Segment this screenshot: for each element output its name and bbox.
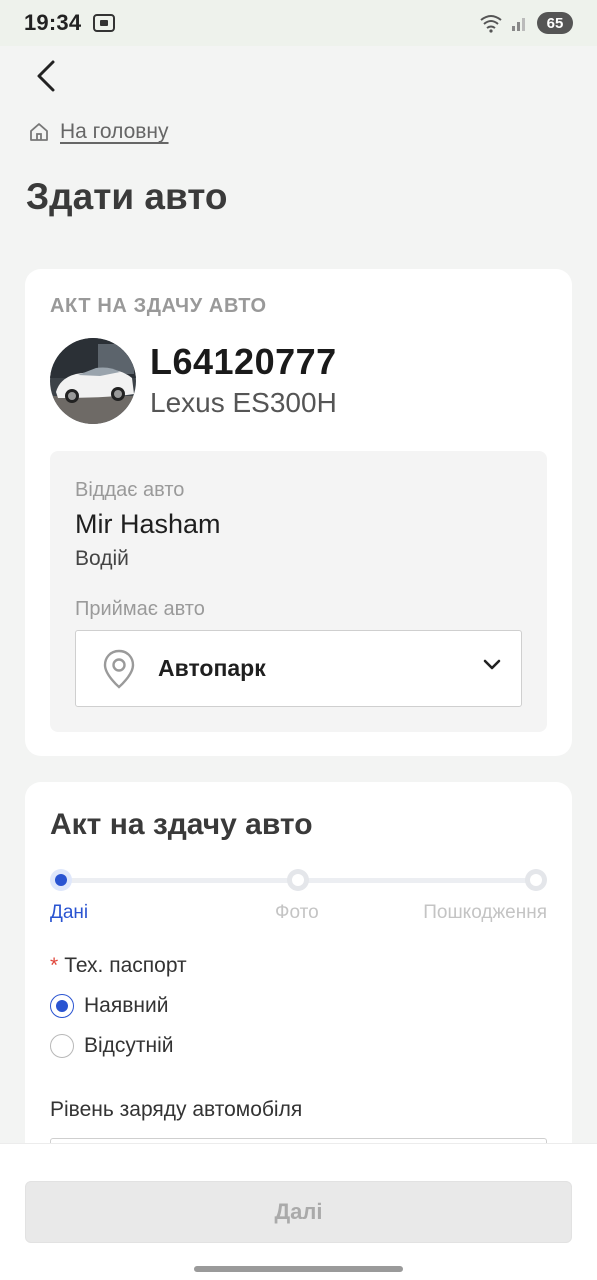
step-label-data[interactable]: Дані xyxy=(50,902,88,924)
charge-level-label: Рівень заряду автомобіля xyxy=(50,1098,303,1121)
radio-present[interactable] xyxy=(50,994,74,1018)
battery-icon: 65 xyxy=(537,12,573,34)
step-label-damage[interactable]: Пошкодження xyxy=(423,902,547,924)
breadcrumb[interactable]: На головну xyxy=(28,120,169,144)
step-dot-photo[interactable] xyxy=(287,869,309,891)
required-mark: * xyxy=(50,954,59,977)
receiver-label: Приймає авто xyxy=(75,598,205,620)
radio-option-present[interactable]: Наявний xyxy=(50,994,168,1018)
chevron-left-icon xyxy=(37,60,55,92)
step-dot-data[interactable] xyxy=(50,869,72,891)
giver-label: Віддає авто xyxy=(75,479,185,501)
receiver-select-value: Автопарк xyxy=(158,655,266,681)
home-icon xyxy=(30,123,48,141)
next-button[interactable]: Далі xyxy=(25,1181,572,1243)
tech-passport-label: * Тех. паспорт xyxy=(50,954,187,978)
step-dot-damage[interactable] xyxy=(525,869,547,891)
back-button[interactable] xyxy=(28,58,64,94)
car-photo xyxy=(50,338,136,424)
signal-icon xyxy=(512,18,525,31)
radio-option-absent[interactable]: Відсутній xyxy=(50,1034,174,1058)
status-right: 65 xyxy=(479,12,573,34)
car-avatar xyxy=(50,338,136,424)
handover-details: Віддає авто Mir Hasham Водій Приймає авт… xyxy=(50,451,547,732)
radio-absent[interactable] xyxy=(50,1034,74,1058)
bottom-bar: Далі xyxy=(0,1143,597,1280)
act-form-title: Акт на здачу авто xyxy=(50,808,313,841)
radio-present-label: Наявний xyxy=(84,994,169,1017)
battery-level: 65 xyxy=(546,14,564,32)
act-section-label: АКТ НА ЗДАЧУ АВТО xyxy=(50,295,267,317)
car-model: Lexus ES300H xyxy=(150,387,337,418)
giver-name: Mir Hasham xyxy=(75,509,221,539)
giver-role: Водій xyxy=(75,547,129,570)
status-bar: 19:34 65 xyxy=(0,0,597,46)
screen-record-icon xyxy=(93,14,116,32)
tech-passport-text: Тех. паспорт xyxy=(64,954,187,977)
home-indicator[interactable] xyxy=(194,1266,403,1272)
car-plate: L64120777 xyxy=(150,341,337,382)
act-form-card: Акт на здачу авто Дані Фото Пошкодження … xyxy=(25,782,572,1202)
vehicle-card: АКТ НА ЗДАЧУ АВТО L64120777 Lexus ES300H… xyxy=(25,269,572,756)
radio-absent-label: Відсутній xyxy=(84,1034,174,1057)
receiver-select[interactable]: Автопарк xyxy=(75,630,522,707)
chevron-down-icon xyxy=(483,659,501,670)
status-time: 19:34 xyxy=(24,10,82,35)
status-left: 19:34 xyxy=(24,10,116,36)
page-title: Здати авто xyxy=(26,176,228,217)
wifi-icon xyxy=(480,15,502,33)
breadcrumb-home-link[interactable]: На головну xyxy=(60,120,169,144)
step-label-photo[interactable]: Фото xyxy=(275,902,319,924)
location-pin-icon xyxy=(103,649,135,689)
